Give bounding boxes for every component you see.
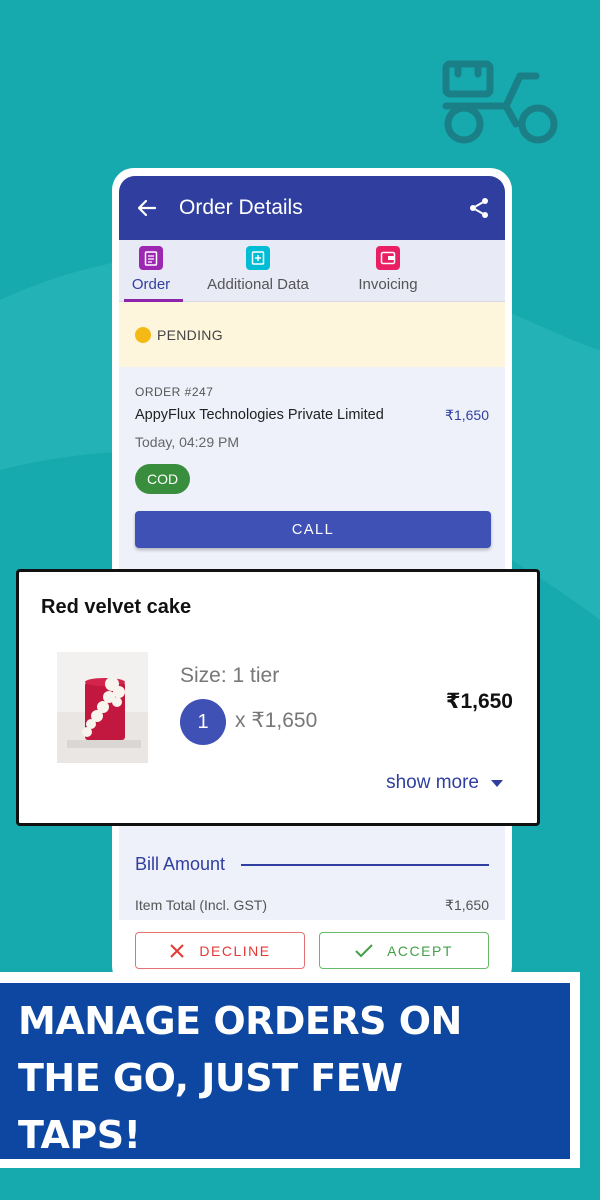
close-icon [170,943,185,958]
quantity-badge: 1 [180,699,226,745]
order-item-card: Red velvet cake Size: 1 tier 1 x ₹1,650 … [16,569,540,826]
bill-title: Bill Amount [135,854,226,874]
banner-line: TAPS! [18,1113,141,1157]
order-number: ORDER #247 [135,385,214,399]
status-label: PENDING [157,326,223,343]
bill-row-label: Item Total (Incl. GST) [135,897,267,913]
customer-name: AppyFlux Technologies Private Limited [135,407,384,423]
check-icon [355,943,373,957]
tab-label: Invoicing [358,276,418,293]
divider [241,863,489,866]
bill-row-value: ₹1,650 [445,897,489,913]
bill-row: Item Total (Incl. GST) ₹1,650 [135,897,489,914]
accept-button[interactable]: ACCEPT [319,932,489,969]
banner-line: THE GO, JUST FEW [18,1056,403,1100]
app-bar: Order Details [119,176,505,240]
order-amount: ₹1,650 [445,407,489,423]
tab-label: Additional Data [207,276,309,293]
tab-order[interactable]: Order [119,240,183,301]
clipboard-icon [139,246,163,270]
call-button[interactable]: CALL [135,511,491,548]
accept-label: ACCEPT [387,942,453,959]
payment-method-badge: COD [135,464,191,494]
cake-image [57,652,148,763]
unit-price: x ₹1,650 [235,709,318,732]
add-box-icon [246,246,270,270]
tab-bar: Order Additional Data Invoicing [119,240,505,302]
order-status-banner: PENDING [119,302,505,367]
item-name: Red velvet cake [41,596,192,618]
decline-button[interactable]: DECLINE [135,932,305,969]
wallet-icon [376,246,400,270]
tab-label: Order [131,276,171,293]
active-tab-indicator [124,299,183,302]
item-size: Size: 1 tier [180,664,280,687]
page-title: Order Details [179,196,303,219]
tab-additional-data[interactable]: Additional Data [183,240,333,301]
pending-status-icon [135,326,151,343]
item-total: ₹1,650 [445,690,513,713]
arrow-back-icon[interactable] [135,196,159,220]
delivery-scooter-icon [442,60,558,144]
chevron-down-icon [491,779,503,787]
banner-line: MANAGE ORDERS ON [18,999,462,1043]
promo-banner: MANAGE ORDERS ON THE GO, JUST FEW TAPS! [0,983,570,1159]
show-more-link[interactable]: show more [386,772,503,794]
order-time: Today, 04:29 PM [135,434,240,450]
show-more-label: show more [386,772,479,793]
decline-label: DECLINE [199,942,271,959]
order-summary: ORDER #247 AppyFlux Technologies Private… [119,367,505,567]
bill-section: Bill Amount Item Total (Incl. GST) ₹1,65… [119,836,505,920]
share-icon[interactable] [467,196,491,220]
tab-invoicing[interactable]: Invoicing [333,240,443,301]
